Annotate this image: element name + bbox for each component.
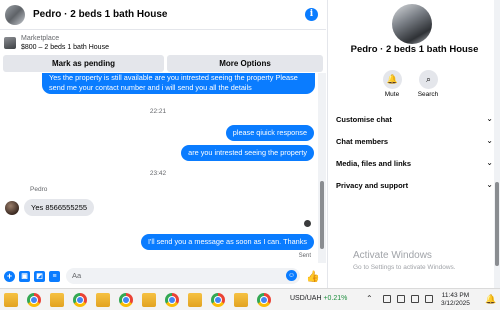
section-media-files-links[interactable]: Media, files and links ⌄ — [336, 158, 493, 168]
mute-button[interactable]: 🔔 — [383, 70, 402, 89]
sticker-icon[interactable]: ◩ — [34, 270, 45, 282]
conversation-title: Pedro · 2 beds 1 bath House — [350, 44, 479, 55]
activate-windows-subtitle: Go to Settings to activate Windows. — [353, 264, 456, 271]
section-label: Privacy and support — [336, 181, 409, 190]
ticker-change: +0.21% — [323, 295, 348, 302]
chat-scrollbar-thumb[interactable] — [320, 181, 324, 249]
outgoing-message[interactable]: are you intrested seeing the property — [181, 145, 314, 161]
image-icon[interactable]: ▣ — [19, 270, 30, 282]
incoming-message[interactable]: Yes 8566555255 — [24, 199, 95, 216]
activate-windows-title: Activate Windows — [353, 250, 432, 261]
conversation-avatar[interactable] — [392, 4, 432, 44]
bell-icon: 🔔 — [386, 74, 399, 84]
sidebar-scrollbar-thumb[interactable] — [495, 182, 499, 266]
more-options-button[interactable]: More Options — [167, 55, 323, 72]
chrome-icon[interactable] — [257, 293, 271, 307]
read-receipt-icon — [304, 220, 311, 227]
chrome-icon[interactable] — [211, 293, 225, 307]
message-input-placeholder: Aa — [72, 271, 82, 280]
section-label: Customise chat — [336, 115, 392, 124]
message-input[interactable]: Aa ☺ — [66, 268, 300, 284]
section-customise-chat[interactable]: Customise chat ⌄ — [336, 114, 493, 124]
clock-date: 3/12/2025 — [441, 300, 470, 307]
outgoing-message[interactable]: please qiuick response — [225, 125, 314, 141]
message-list[interactable]: Yes the property is still available are … — [0, 73, 316, 263]
timestamp: 22:21 — [149, 108, 167, 115]
listing-price-line: $800 – 2 beds 1 bath House — [21, 44, 109, 51]
file-explorer-icon[interactable] — [50, 293, 64, 307]
chevron-down-icon: ⌄ — [486, 180, 493, 189]
chevron-down-icon: ⌄ — [486, 158, 493, 167]
ticker-name: USD/UAH — [290, 295, 322, 302]
chevron-down-icon: ⌄ — [486, 114, 493, 123]
gif-icon[interactable]: ≡ — [49, 270, 60, 282]
add-icon[interactable]: + — [4, 270, 15, 282]
chevron-up-icon[interactable]: ⌃ — [366, 294, 373, 303]
outgoing-message[interactable]: Yes the property is still available are … — [42, 73, 315, 94]
file-explorer-icon[interactable] — [4, 293, 18, 307]
notification-icon[interactable]: 🔔 — [485, 294, 496, 305]
thumbs-up-icon[interactable]: 👍 — [306, 270, 320, 283]
search-label: Search — [417, 91, 439, 98]
sender-name: Pedro — [30, 186, 48, 193]
chat-header: Pedro · 2 beds 1 bath House i — [0, 0, 326, 30]
emoji-icon[interactable]: ☺ — [286, 270, 297, 281]
chat-title[interactable]: Pedro · 2 beds 1 bath House — [33, 9, 167, 20]
file-explorer-icon[interactable] — [142, 293, 156, 307]
chat-panel: Pedro · 2 beds 1 bath House i Marketplac… — [0, 0, 326, 288]
section-label: Chat members — [336, 137, 389, 146]
clock-time: 11:43 PM — [441, 292, 470, 299]
search-button[interactable]: ⌕ — [419, 70, 438, 89]
battery-icon[interactable] — [411, 295, 419, 303]
section-label: Media, files and links — [336, 159, 412, 168]
mute-label: Mute — [384, 91, 400, 98]
sent-status: Sent — [298, 253, 311, 259]
info-icon[interactable]: i — [305, 8, 318, 21]
section-chat-members[interactable]: Chat members ⌄ — [336, 136, 493, 146]
file-explorer-icon[interactable] — [188, 293, 202, 307]
file-explorer-icon[interactable] — [234, 293, 248, 307]
chat-scrollbar[interactable] — [318, 73, 326, 263]
network-icon[interactable] — [383, 295, 391, 303]
sidebar-scrollbar[interactable] — [494, 0, 500, 288]
clock[interactable]: 11:43 PM 3/12/2025 — [441, 292, 470, 308]
sender-avatar[interactable] — [5, 201, 19, 215]
message-composer: + ▣ ◩ ≡ Aa ☺ 👍 — [0, 264, 326, 288]
contact-avatar[interactable] — [5, 4, 25, 25]
marketplace-label: Marketplace — [21, 35, 60, 42]
marketplace-listing[interactable]: Marketplace $800 – 2 beds 1 bath House — [0, 32, 326, 54]
mark-as-pending-button[interactable]: Mark as pending — [3, 55, 164, 72]
volume-icon[interactable] — [425, 295, 433, 303]
chrome-icon[interactable] — [165, 293, 179, 307]
section-privacy-support[interactable]: Privacy and support ⌄ — [336, 180, 493, 190]
search-icon: ⌕ — [425, 74, 432, 84]
chrome-icon[interactable] — [27, 293, 41, 307]
listing-thumbnail — [4, 37, 16, 49]
file-explorer-icon[interactable] — [96, 293, 110, 307]
chevron-down-icon: ⌄ — [486, 136, 493, 145]
timestamp: 23:42 — [149, 170, 167, 177]
currency-ticker[interactable]: USD/UAH +0.21% — [290, 295, 347, 302]
chrome-icon[interactable] — [73, 293, 87, 307]
taskbar: USD/UAH +0.21% ⌃ 11:43 PM 3/12/2025 🔔 — [0, 288, 500, 310]
display-icon[interactable] — [397, 295, 405, 303]
chrome-icon[interactable] — [119, 293, 133, 307]
outgoing-message[interactable]: I'll send you a message as soon as I can… — [140, 234, 314, 250]
conversation-details-panel: Pedro · 2 beds 1 bath House 🔔 ⌕ Mute Sea… — [327, 0, 500, 288]
